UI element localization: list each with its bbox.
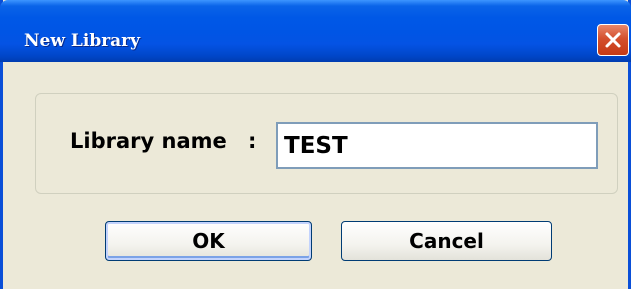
close-button[interactable] [597, 24, 629, 56]
label-separator: : [248, 129, 257, 153]
close-icon [605, 32, 621, 48]
dialog-title: New Library [24, 31, 141, 51]
cancel-button[interactable]: Cancel [341, 221, 552, 261]
ok-button[interactable]: OK [105, 221, 312, 261]
library-name-input[interactable] [276, 122, 598, 169]
title-bar[interactable]: New Library [0, 0, 631, 62]
library-name-label: Library name [70, 129, 227, 153]
